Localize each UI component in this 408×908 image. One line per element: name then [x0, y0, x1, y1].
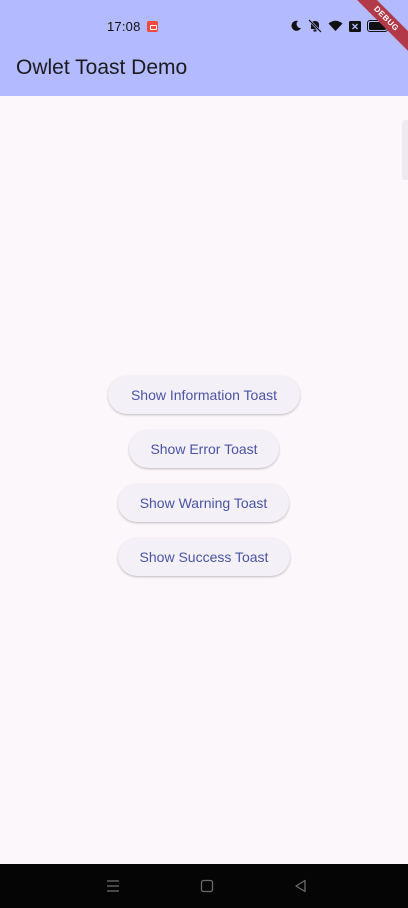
- show-error-toast-button[interactable]: Show Error Toast: [129, 430, 279, 468]
- recording-icon: [147, 21, 158, 32]
- status-time: 17:08: [107, 19, 141, 34]
- home-icon[interactable]: [199, 878, 215, 894]
- back-icon[interactable]: [293, 878, 309, 894]
- show-information-toast-button[interactable]: Show Information Toast: [108, 376, 300, 414]
- wifi-icon: [328, 20, 343, 31]
- moon-icon: [291, 20, 301, 31]
- show-warning-toast-button[interactable]: Show Warning Toast: [118, 484, 289, 522]
- navigation-bar: [0, 864, 408, 908]
- app-title: Owlet Toast Demo: [16, 56, 188, 79]
- top-bar: 17:08 Owlet Toast Demo: [0, 0, 408, 96]
- scroll-indicator: [402, 120, 408, 180]
- sim-off-icon: [349, 20, 361, 32]
- screen: 17:08 Owlet Toast Demo DEBUG Show Inform…: [0, 0, 408, 908]
- show-success-toast-button[interactable]: Show Success Toast: [118, 538, 290, 576]
- menu-icon[interactable]: [105, 878, 121, 894]
- status-bar: 17:08: [0, 0, 408, 52]
- mute-icon: [308, 19, 322, 33]
- status-icons: [290, 18, 391, 34]
